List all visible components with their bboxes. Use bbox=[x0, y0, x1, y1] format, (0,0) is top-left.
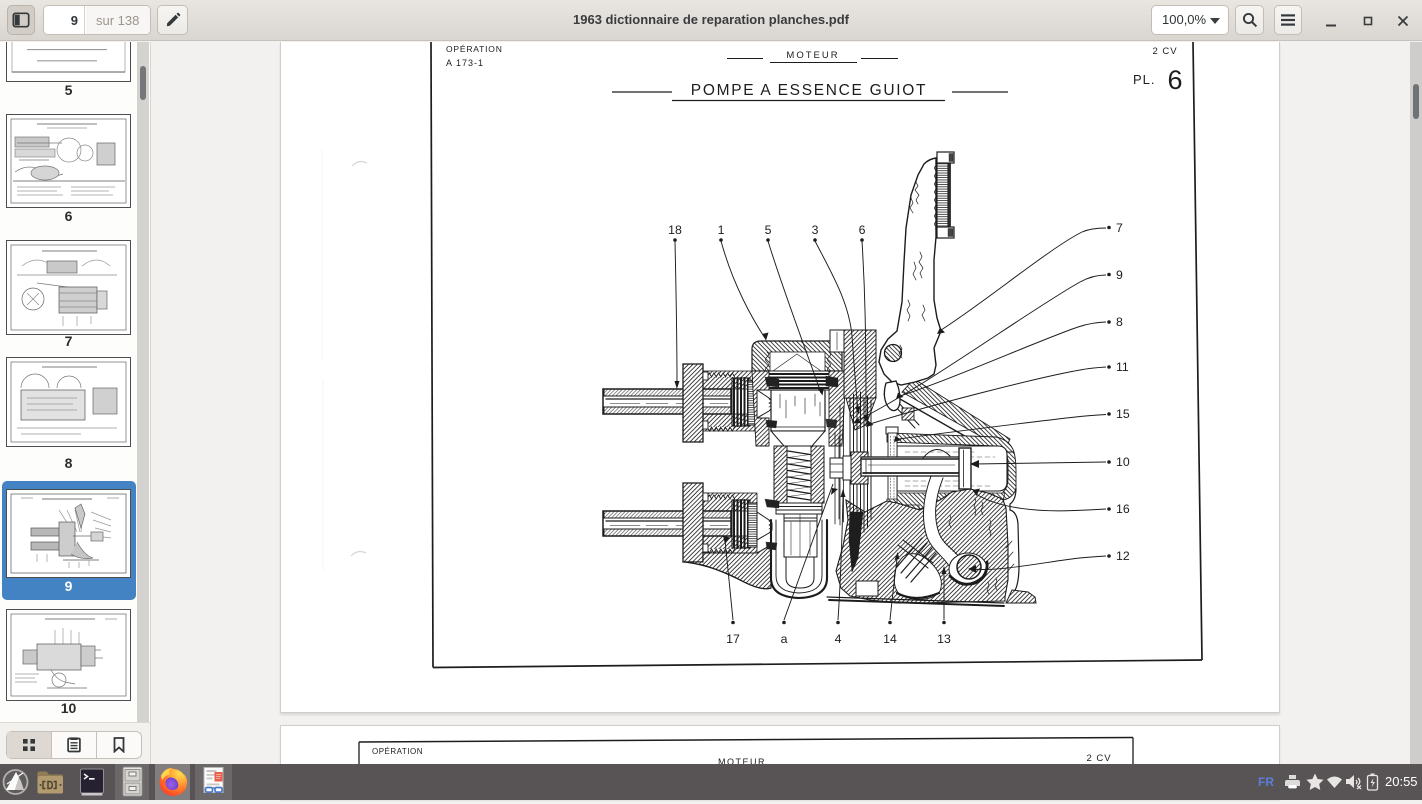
svg-text:2 CV: 2 CV bbox=[1086, 753, 1111, 764]
svg-text:POMPE A ESSENCE GUIOT: POMPE A ESSENCE GUIOT bbox=[691, 82, 927, 99]
svg-text:18: 18 bbox=[668, 223, 682, 237]
svg-text:15: 15 bbox=[1116, 407, 1130, 421]
svg-text:10: 10 bbox=[1116, 455, 1130, 469]
svg-text:6: 6 bbox=[1167, 65, 1182, 95]
svg-text:13: 13 bbox=[937, 632, 951, 646]
svg-text:OPÉRATION: OPÉRATION bbox=[372, 747, 423, 756]
svg-text:12: 12 bbox=[1116, 549, 1130, 563]
svg-text:OPÉRATION: OPÉRATION bbox=[446, 44, 503, 54]
svg-text:4: 4 bbox=[835, 632, 842, 646]
svg-text:11: 11 bbox=[1116, 360, 1129, 374]
svg-text:1: 1 bbox=[718, 223, 725, 237]
svg-text:7: 7 bbox=[1116, 221, 1123, 235]
svg-text:PL.: PL. bbox=[1133, 72, 1156, 87]
svg-text:8: 8 bbox=[1116, 315, 1123, 329]
svg-text:MOTEUR: MOTEUR bbox=[786, 50, 839, 61]
svg-text:6: 6 bbox=[859, 223, 866, 237]
svg-text:a: a bbox=[781, 632, 788, 646]
svg-text:16: 16 bbox=[1116, 502, 1130, 516]
svg-text:2 CV: 2 CV bbox=[1152, 46, 1177, 57]
svg-text:3: 3 bbox=[812, 223, 819, 237]
svg-text:A 173-1: A 173-1 bbox=[446, 58, 484, 68]
svg-text:17: 17 bbox=[726, 632, 740, 646]
svg-text:5: 5 bbox=[765, 223, 772, 237]
svg-text:14: 14 bbox=[883, 632, 897, 646]
svg-text:9: 9 bbox=[1116, 268, 1123, 282]
